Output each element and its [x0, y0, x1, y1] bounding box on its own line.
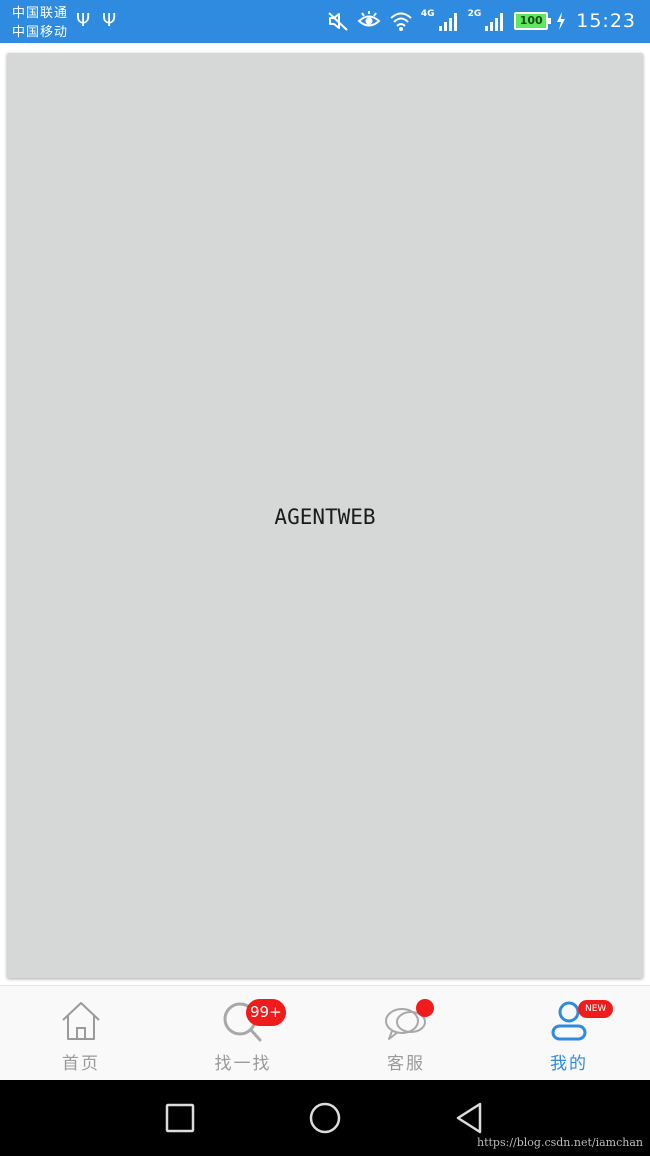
signal-icon [485, 13, 504, 31]
tab-profile-label: 我的 [550, 1054, 588, 1074]
tab-bar-divider [0, 985, 650, 986]
battery-icon: 100 [514, 12, 552, 30]
agentweb-brand-text: AGENTWEB [274, 505, 376, 529]
status-bar: 中国联通 中国移动 Ψ Ψ 4G 2G 100 15:23 [0, 0, 650, 43]
back-button[interactable] [452, 1100, 488, 1136]
usb-icon: Ψ [102, 10, 117, 31]
carrier-1: 中国联通 [12, 6, 69, 21]
charging-icon [557, 12, 566, 30]
tab-search[interactable]: 99+ 找一找 [162, 986, 324, 1080]
carrier-names: 中国联通 中国移动 [12, 4, 68, 42]
tab-customer-service[interactable]: 客服 [325, 986, 487, 1080]
tab-search-label: 找一找 [214, 1054, 272, 1074]
status-time: 15:23 [576, 10, 636, 32]
bottom-tab-bar: 首页 99+ 找一找 客服 NEW 我的 [0, 986, 650, 1080]
home-button[interactable] [307, 1100, 343, 1136]
network-2g-label: 2G [467, 9, 482, 19]
status-icons: 4G 2G 100 15:23 [327, 7, 636, 35]
notification-dot [416, 999, 434, 1017]
wifi-icon [390, 12, 412, 31]
home-icon [62, 1002, 100, 1040]
tab-profile[interactable]: NEW 我的 [488, 986, 650, 1080]
new-badge: NEW [578, 1000, 614, 1018]
eye-comfort-icon [357, 11, 381, 27]
signal-icon [438, 13, 457, 31]
system-nav-bar: https://blog.csdn.net/iamchan [0, 1080, 650, 1156]
search-badge-count: 99+ [246, 999, 286, 1026]
usb-icon: Ψ [76, 10, 91, 31]
web-content-area[interactable]: AGENTWEB [7, 53, 643, 978]
network-4g-label: 4G [420, 9, 435, 19]
carrier-2: 中国移动 [12, 25, 69, 40]
tab-customer-service-label: 客服 [387, 1054, 425, 1074]
tab-home[interactable]: 首页 [0, 986, 162, 1080]
watermark: https://blog.csdn.net/iamchan [477, 1136, 643, 1149]
tab-home-label: 首页 [62, 1054, 100, 1074]
recent-apps-button[interactable] [162, 1100, 198, 1136]
mute-icon [328, 12, 348, 31]
